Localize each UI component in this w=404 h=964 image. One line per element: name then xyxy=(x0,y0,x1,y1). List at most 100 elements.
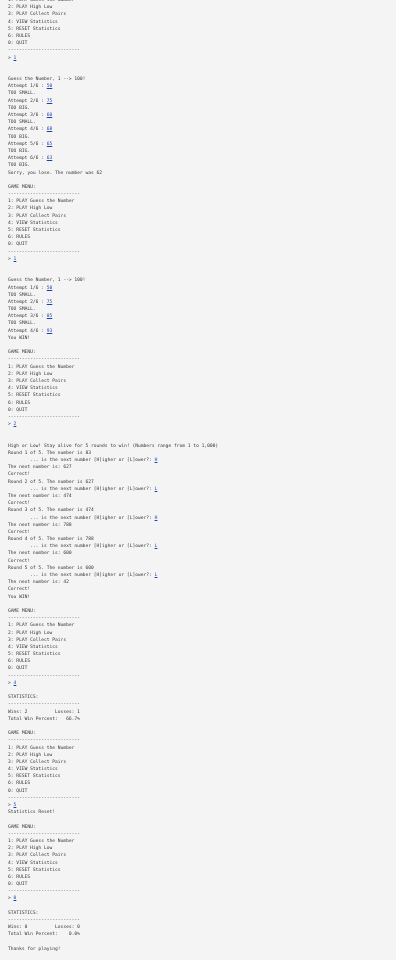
console-line: GAME MENU: xyxy=(8,608,396,615)
console-line-text: -------------------------- xyxy=(8,616,80,622)
console-line-text: 5: RESET Statistics xyxy=(8,774,61,780)
console-line: Attempt 2/6 : 75 xyxy=(8,98,396,105)
console-line: -------------------------- xyxy=(8,737,396,744)
console-line: > 5 xyxy=(8,802,396,809)
user-input-value: 93 xyxy=(46,328,53,334)
console-line: Correct! xyxy=(8,500,396,507)
console-line-text: GAME MENU: xyxy=(8,184,36,190)
console-line: Attempt 1/6 : 50 xyxy=(8,285,396,292)
user-input-value: 4 xyxy=(13,680,17,686)
user-input-value: H xyxy=(154,515,158,521)
console-line-text: Round 4 of 5. The number is 788 xyxy=(8,537,94,543)
console-line-text: 5: RESET Statistics xyxy=(8,26,61,32)
console-line-text: 5: RESET Statistics xyxy=(8,867,61,873)
console-line: -------------------------- xyxy=(8,615,396,622)
console-line: Attempt 3/6 : 60 xyxy=(8,112,396,119)
console-line: 4: VIEW Statistics xyxy=(8,644,396,651)
user-input-value: H xyxy=(154,458,158,463)
console-line: The next number is: 42 xyxy=(8,579,396,586)
console-line-text: TOO SMALL. xyxy=(8,307,36,313)
console-line-text: Round 2 of 5. The number is 627 xyxy=(8,479,94,485)
console-line: > 4 xyxy=(8,680,396,687)
console-line-text: 2: PLAY High Low xyxy=(8,5,53,11)
console-line-text: Total Win Percent: 66.7% xyxy=(8,716,80,722)
console-line-text: Attempt 2/6 : xyxy=(8,299,47,305)
scrollbar-thumb[interactable] xyxy=(397,2,403,962)
console-line-text: The next number is: 42 xyxy=(8,580,69,586)
console-line-text: STATISTICS: xyxy=(8,695,39,701)
console-line: 5: RESET Statistics xyxy=(8,392,396,399)
console-line-text: ... is the next number [H]igher or [L]ow… xyxy=(8,515,155,521)
console-line: 1: PLAY Guess the Number xyxy=(8,622,396,629)
console-line-text: 1: PLAY Guess the Number xyxy=(8,745,75,751)
console-line-text: 4: VIEW Statistics xyxy=(8,767,58,773)
console-line-text: 5: RESET Statistics xyxy=(8,652,61,658)
console-line-text: 0: QUIT xyxy=(8,242,28,248)
console-line: 6: RULES xyxy=(8,658,396,665)
console-line-text: -------------------------- xyxy=(8,918,80,923)
console-line-text: 1: PLAY Guess the Number xyxy=(8,199,75,205)
console-line-text: Thanks for playing! xyxy=(8,946,61,952)
console-line-text: -------------------------- xyxy=(8,738,80,744)
console-line: 3: PLAY Collect Pairs xyxy=(8,11,396,18)
console-line: > 1 xyxy=(8,55,396,62)
console-line-text: The next number is: 627 xyxy=(8,465,72,471)
console-line-text: 4: VIEW Statistics xyxy=(8,220,58,226)
console-line-text: 4: VIEW Statistics xyxy=(8,644,58,650)
console-line: GAME MENU: xyxy=(8,349,396,356)
console-line-text: You WIN! xyxy=(8,335,31,341)
console-line: -------------------------- xyxy=(8,249,396,256)
console-line: TOO BIG. xyxy=(8,134,396,141)
console-line: 3: PLAY Collect Pairs xyxy=(8,759,396,766)
console-line-text: 4: VIEW Statistics xyxy=(8,19,58,25)
console-line-text: 2: PLAY High Low xyxy=(8,630,53,636)
user-input-value: L xyxy=(154,486,158,492)
user-input-value: 5 xyxy=(13,803,17,808)
console-line-text: 6: RULES xyxy=(8,781,31,787)
console-output[interactable]: 1: PLAY Guess the Number 2: PLAY High Low… xyxy=(0,0,396,960)
console-line-text: -------------------------- xyxy=(8,48,80,54)
console-line-text: 0: QUIT xyxy=(8,788,28,794)
console-line-text: GAME MENU: xyxy=(8,824,36,830)
console-line-text: -------------------------- xyxy=(8,889,80,895)
console-line: 6: RULES xyxy=(8,400,396,407)
console-line: TOO SMALL. xyxy=(8,292,396,299)
console-line-text: 3: PLAY Collect Pairs xyxy=(8,378,67,384)
console-line-text: ... is the next number [H]igher or [L]ow… xyxy=(8,458,155,463)
console-line-text: Correct! xyxy=(8,587,31,593)
console-line: 6: RULES xyxy=(8,780,396,787)
console-line-text: 3: PLAY Collect Pairs xyxy=(8,12,67,18)
console-line: Attempt 3/6 : 85 xyxy=(8,313,396,320)
console-line: 5: RESET Statistics xyxy=(8,227,396,234)
console-line-text: -------------------------- xyxy=(8,831,80,837)
console-line: Attempt 4/6 : 93 xyxy=(8,328,396,335)
user-input-value: 65 xyxy=(46,141,53,147)
console-line: TOO SMALL. xyxy=(8,90,396,97)
console-line-text: 0: QUIT xyxy=(8,407,28,413)
console-line-text: TOO SMALL. xyxy=(8,91,36,97)
console-line: -------------------------- xyxy=(8,701,396,708)
console-line-text: Statistics Reset! xyxy=(8,810,56,816)
console-line: ... is the next number [H]igher or [L]ow… xyxy=(8,543,396,550)
console-line: Correct! xyxy=(8,558,396,565)
console-line-text: ... is the next number [H]igher or [L]ow… xyxy=(8,486,155,492)
console-line-text: 2: PLAY High Low xyxy=(8,846,53,852)
scrollbar[interactable] xyxy=(396,0,404,964)
console-line-text: 6: RULES xyxy=(8,33,31,39)
console-line-text: TOO BIG. xyxy=(8,148,31,154)
console-line: High or Low! Stay alive for 5 rounds to … xyxy=(8,443,396,450)
user-input-value: L xyxy=(154,573,158,578)
console-line: 2: PLAY High Low xyxy=(8,205,396,212)
console-line-text: Attempt 5/6 : xyxy=(8,141,47,147)
console-line-text: 4: VIEW Statistics xyxy=(8,860,58,866)
console-line: 3: PLAY Collect Pairs xyxy=(8,637,396,644)
console-line-text: -------------------------- xyxy=(8,702,80,708)
console-line: 3: PLAY Collect Pairs xyxy=(8,378,396,385)
console-line: STATISTICS: xyxy=(8,694,396,701)
